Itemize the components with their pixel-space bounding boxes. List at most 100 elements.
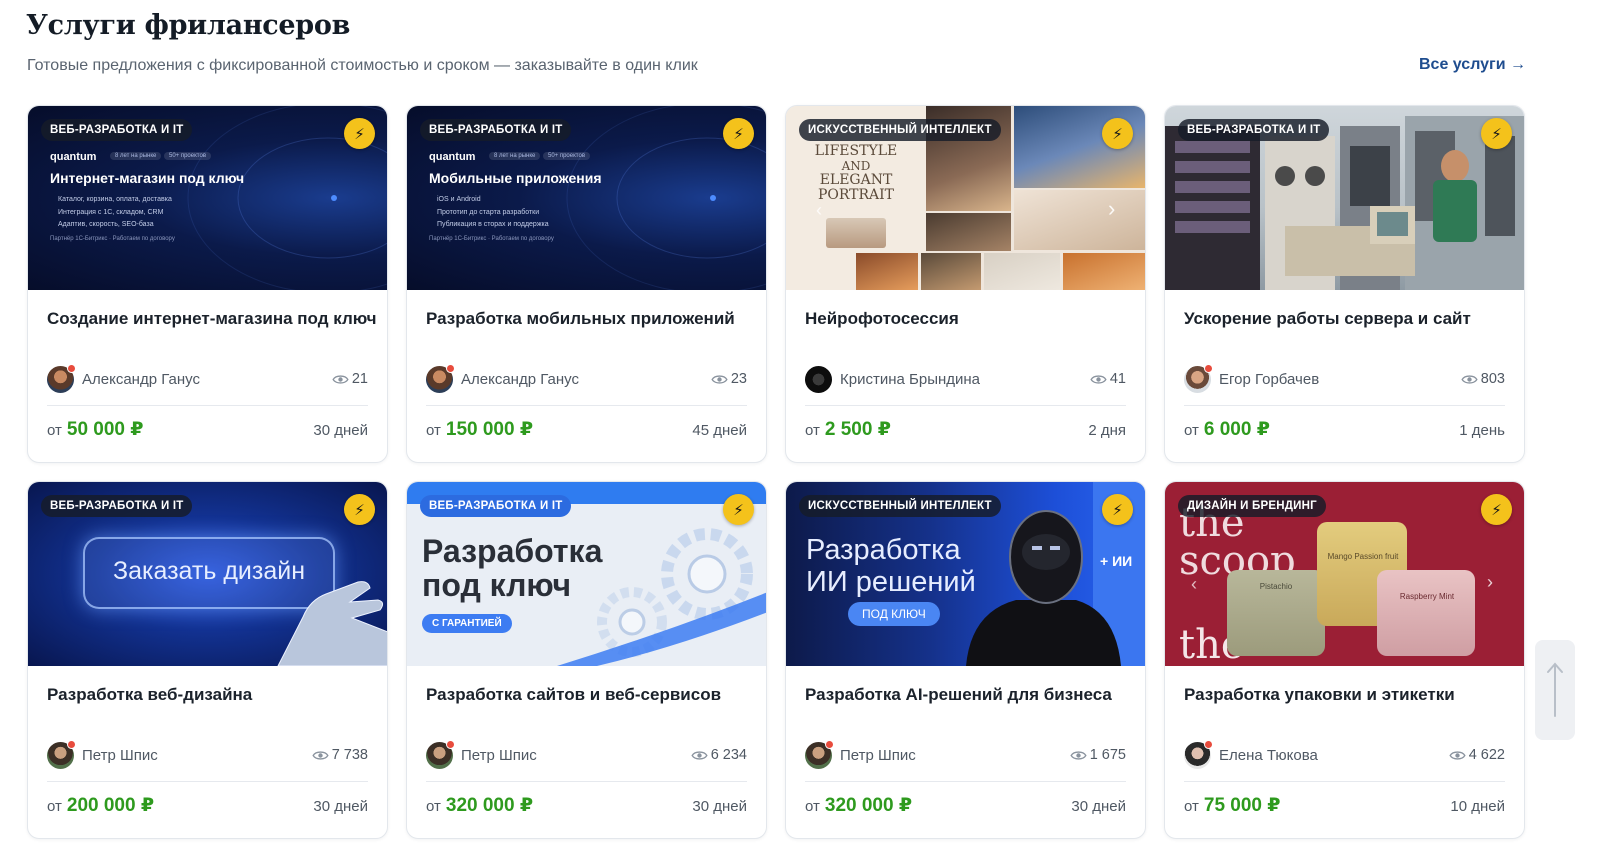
card-title[interactable]: Разработка мобильных приложений: [426, 309, 735, 329]
author-name[interactable]: Петр Шпис: [461, 747, 537, 764]
eye-icon: [312, 750, 329, 760]
eye-icon: [1449, 750, 1466, 760]
author-name[interactable]: Александр Ганус: [461, 371, 579, 388]
photo-thumb: [1063, 253, 1145, 290]
card-title[interactable]: Разработка AI-решений для бизнеса: [805, 685, 1112, 705]
divider: [1184, 781, 1505, 782]
price-value: 6 000 ₽: [1203, 419, 1270, 440]
views-count: 7 738: [312, 747, 368, 763]
author-row: Александр Ганус 23: [426, 363, 747, 393]
service-card[interactable]: quantum 8 лет на рынке 50+ проектов Инте…: [27, 105, 388, 463]
card-title[interactable]: Разработка сайтов и веб-сервисов: [426, 685, 721, 705]
avatar[interactable]: [805, 739, 834, 769]
card-image[interactable]: the scoop the Pistachio Mango Passion fru…: [1165, 482, 1524, 666]
service-card[interactable]: the scoop the Pistachio Mango Passion fru…: [1164, 481, 1525, 839]
chevron-left-icon[interactable]: ‹: [816, 200, 822, 221]
divider: [805, 781, 1126, 782]
views-count: 6 234: [691, 747, 747, 763]
avatar[interactable]: [1184, 363, 1213, 393]
chevron-right-icon[interactable]: ›: [1487, 572, 1493, 593]
card-title[interactable]: Нейрофотосессия: [805, 309, 959, 329]
price-row: от 50 000 ₽ 30 дней: [47, 418, 368, 441]
online-dot-icon: [446, 363, 455, 373]
price-row: от 2 500 ₽ 2 дня: [805, 418, 1126, 441]
avatar[interactable]: [47, 739, 76, 769]
chevron-right-icon[interactable]: ›: [1108, 196, 1115, 222]
photo-thumb: [1014, 190, 1145, 250]
card-image[interactable]: Разработка под ключ С ГАРАНТИЕЙ ВЕБ-РАЗРА…: [407, 482, 766, 666]
price-row: от 6 000 ₽ 1 день: [1184, 418, 1505, 441]
photo-thumb: [984, 253, 1060, 290]
image-side-label: + ИИ: [1100, 553, 1133, 569]
divider: [426, 405, 747, 406]
avatar[interactable]: [1184, 739, 1213, 769]
author-name[interactable]: Александр Ганус: [82, 371, 200, 388]
card-image[interactable]: quantum 8 лет на рынке 50+ проектов Инте…: [28, 106, 387, 290]
lightning-icon: ⚡: [1102, 118, 1133, 149]
all-services-link[interactable]: Все услуги →: [1419, 56, 1526, 74]
service-card[interactable]: quantum 8 лет на рынке 50+ проектов Моби…: [406, 105, 767, 463]
online-dot-icon: [67, 739, 76, 749]
price-prefix: от: [426, 798, 441, 815]
service-card[interactable]: Разработка ИИ решений ПОД КЛЮЧ + ИИ ИСКУС…: [785, 481, 1146, 839]
author-row: Егор Горбачев 803: [1184, 363, 1505, 393]
eye-icon: [1070, 750, 1087, 760]
card-image[interactable]: LIFESTYLE AND ELEGANT PORTRAIT ‹ › ИСКУССТВ…: [786, 106, 1145, 290]
image-pill: ПОД КЛЮЧ: [848, 602, 940, 626]
price-value: 75 000 ₽: [1203, 795, 1281, 816]
eye-icon: [691, 750, 708, 760]
views-count: 803: [1461, 371, 1505, 387]
duration: 30 дней: [313, 798, 368, 815]
image-pill: С ГАРАНТИЕЙ: [422, 614, 512, 633]
scroll-to-top-button[interactable]: [1535, 640, 1575, 740]
price-row: от 75 000 ₽ 10 дней: [1184, 794, 1505, 817]
jar-graphic: [1377, 570, 1475, 656]
card-image[interactable]: Заказать дизайн ВЕБ-РАЗРАБОТКА И IT ⚡: [28, 482, 387, 666]
author-name[interactable]: Егор Горбачев: [1219, 371, 1319, 388]
duration: 1 день: [1459, 422, 1505, 439]
author-name[interactable]: Петр Шпис: [82, 747, 158, 764]
price-prefix: от: [805, 798, 820, 815]
category-badge: ВЕБ-РАЗРАБОТКА И IT: [41, 119, 193, 141]
lightning-icon: ⚡: [723, 494, 754, 525]
duration: 30 дней: [313, 422, 368, 439]
image-headline: Разработка под ключ: [422, 533, 603, 603]
photo-thumb: [921, 253, 981, 290]
price-prefix: от: [805, 422, 820, 439]
card-title[interactable]: Создание интернет-магазина под ключ: [47, 309, 377, 329]
service-card[interactable]: Разработка под ключ С ГАРАНТИЕЙ ВЕБ-РАЗРА…: [406, 481, 767, 839]
author-name[interactable]: Петр Шпис: [840, 747, 916, 764]
price-row: от 320 000 ₽ 30 дней: [426, 794, 747, 817]
avatar[interactable]: [805, 365, 832, 393]
service-card[interactable]: Заказать дизайн ВЕБ-РАЗРАБОТКА И IT ⚡ Ра…: [27, 481, 388, 839]
eye-icon: [1090, 374, 1107, 384]
card-title[interactable]: Ускорение работы сервера и сайт: [1184, 309, 1471, 329]
image-headline: Мобильные приложения: [429, 170, 602, 186]
divider: [1184, 405, 1505, 406]
page-subtitle: Готовые предложения с фиксированной стои…: [27, 57, 698, 74]
views-count: 1 675: [1070, 747, 1126, 763]
author-name[interactable]: Кристина Брындина: [840, 371, 980, 388]
category-badge: ВЕБ-РАЗРАБОТКА И IT: [420, 119, 572, 141]
card-image[interactable]: quantum 8 лет на рынке 50+ проектов Моби…: [407, 106, 766, 290]
card-image[interactable]: Разработка ИИ решений ПОД КЛЮЧ + ИИ ИСКУС…: [786, 482, 1145, 666]
avatar[interactable]: [426, 739, 455, 769]
price-prefix: от: [426, 422, 441, 439]
chevron-left-icon[interactable]: ‹: [1191, 574, 1197, 595]
image-footer: Партнёр 1С-Битрикс · Работаем по договор…: [50, 236, 175, 242]
price-row: от 320 000 ₽ 30 дней: [805, 794, 1126, 817]
service-card[interactable]: LIFESTYLE AND ELEGANT PORTRAIT ‹ › ИСКУССТВ…: [785, 105, 1146, 463]
divider: [805, 405, 1126, 406]
card-image[interactable]: ВЕБ-РАЗРАБОТКА И IT ⚡: [1165, 106, 1524, 290]
card-title[interactable]: Разработка упаковки и этикетки: [1184, 685, 1455, 705]
avatar[interactable]: [426, 363, 455, 393]
author-row: Петр Шпис 1 675: [805, 739, 1126, 769]
lightning-icon: ⚡: [344, 118, 375, 149]
author-name[interactable]: Елена Тюкова: [1219, 747, 1318, 764]
price-row: от 200 000 ₽ 30 дней: [47, 794, 368, 817]
avatar[interactable]: [47, 363, 76, 393]
author-row: Кристина Брындина 41: [805, 365, 1126, 393]
image-tag: 8 лет на рынке: [489, 152, 541, 160]
card-title[interactable]: Разработка веб-дизайна: [47, 685, 252, 705]
service-card[interactable]: ВЕБ-РАЗРАБОТКА И IT ⚡ Ускорение работы с…: [1164, 105, 1525, 463]
